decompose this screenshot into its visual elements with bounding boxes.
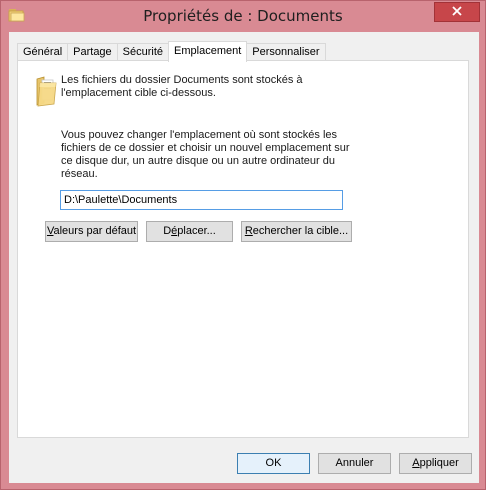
change-location-description: Vous pouvez changer l'emplacement où son…: [61, 129, 351, 181]
location-path-input[interactable]: [60, 190, 343, 210]
cancel-button[interactable]: Annuler: [318, 453, 391, 474]
apply-label: ppliquer: [419, 457, 459, 469]
info-line: Les fichiers du dossier Documents sont s…: [61, 74, 303, 86]
apply-mnemonic: A: [412, 457, 420, 469]
move-label-start: D: [163, 225, 172, 237]
move-button[interactable]: Déplacer...: [146, 221, 233, 242]
window-title: Propriétés de : Documents: [143, 7, 343, 25]
tab-partage[interactable]: Partage: [67, 43, 118, 61]
restore-default-button[interactable]: Valeurs par défaut: [45, 221, 138, 242]
desc-line: réseau.: [61, 168, 98, 180]
close-icon: [452, 5, 462, 19]
tab-personnaliser[interactable]: Personnaliser: [246, 43, 326, 61]
desc-line: fichiers de ce dossier et choisir un nou…: [61, 142, 350, 154]
restore-default-label: aleurs par défaut: [53, 225, 137, 237]
properties-window: Propriétés de : Documents Général Partag…: [0, 0, 486, 490]
find-target-mnemonic: R: [244, 225, 253, 237]
dialog-client-area: Général Partage Sécurité Emplacement Per…: [9, 32, 479, 483]
desc-line: Vous pouvez changer l'emplacement où son…: [61, 129, 338, 141]
location-tab-panel: Les fichiers du dossier Documents sont s…: [17, 60, 469, 438]
tab-securite[interactable]: Sécurité: [116, 43, 170, 61]
tab-strip: Général Partage Sécurité Emplacement Per…: [17, 39, 326, 62]
find-target-label: echercher la cible...: [252, 225, 349, 237]
move-label: placer...: [177, 225, 216, 237]
desc-line: ce disque dur, un autre disque ou un aut…: [61, 155, 335, 167]
documents-folder-icon: [34, 75, 62, 107]
apply-button[interactable]: Appliquer: [399, 453, 472, 474]
info-line: l'emplacement cible ci-dessous.: [61, 87, 216, 99]
find-target-button[interactable]: Rechercher la cible...: [241, 221, 352, 242]
tab-emplacement[interactable]: Emplacement: [168, 41, 248, 62]
ok-button[interactable]: OK: [237, 453, 310, 474]
tab-general[interactable]: Général: [17, 43, 69, 61]
location-info-text: Les fichiers du dossier Documents sont s…: [61, 74, 321, 100]
close-button[interactable]: [434, 2, 480, 22]
title-bar[interactable]: Propriétés de : Documents: [1, 1, 485, 31]
